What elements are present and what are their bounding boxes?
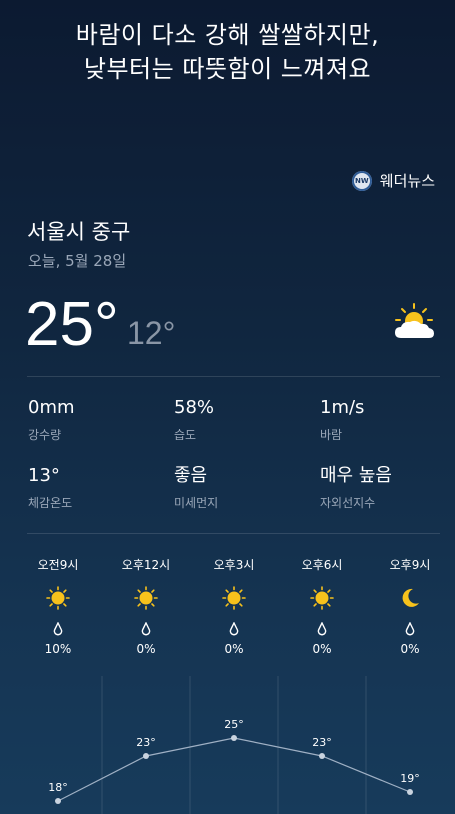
source-name: 웨더뉴스 [379,172,435,190]
sun-icon [134,586,158,610]
stat-label: 자외선지수 [320,496,376,510]
hourly-item: 오후6시 0% [282,556,362,658]
stat-precipitation: 0mm 강수량 [28,397,168,443]
stat-value: 매우 높음 [320,465,392,486]
hourly-time: 오전9시 [37,558,79,572]
hourly-rain-chance: 10% [44,642,72,656]
raindrop-icon [53,622,63,636]
stat-fine-dust: 좋음 미세먼지 [174,465,314,511]
hourly-rain-chance: 0% [136,642,156,656]
hourly-time: 오후6시 [301,558,343,572]
temperature-point [231,735,237,741]
hourly-item: 오전9시 10% [18,556,98,658]
headline: 바람이 다소 강해 쌀쌀하지만, 낮부터는 따뜻함이 느껴져요 [0,18,455,86]
hourly-time: 오후12시 [121,558,171,572]
hourly-rain-chance: 0% [224,642,244,656]
sun-icon [222,586,246,610]
stat-value: 1m/s [320,397,365,418]
raindrop-icon [229,622,239,636]
temperature-point [143,753,149,759]
stat-label: 강수량 [28,428,62,442]
location-name: 서울시 중구 [27,220,131,244]
stat-value: 58% [174,397,215,418]
divider [27,376,440,377]
hourly-item: 오후12시 0% [106,556,186,658]
sun-icon [46,586,70,610]
hourly-temperature-graph: 18° 23° 25° 23° 19° [48,676,420,814]
stat-wind: 1m/s 바람 [320,397,455,443]
temperature-point [407,789,413,795]
stat-feels-like: 13° 체감온도 [28,465,168,511]
hourly-item: 오후3시 0% [194,556,274,658]
temperature-line [57,737,411,802]
temperature-label: 25° [224,718,244,731]
sun-icon [310,586,334,610]
forecast-date: 오늘, 5월 28일 [28,252,127,270]
stat-label: 바람 [320,428,343,442]
raindrop-icon [405,622,415,636]
temperature-label: 23° [136,736,156,749]
temperature-point [55,798,61,804]
source-link[interactable]: NW 웨더뉴스 [351,170,435,191]
divider [27,533,440,534]
temperature-point [319,753,325,759]
hourly-item: 오후9시 0% [370,556,450,658]
low-temperature: 12° [127,315,176,351]
moon-icon [402,588,419,607]
weathernews-logo-icon: NW [351,170,372,191]
hourly-time: 오후3시 [213,558,255,572]
stat-label: 습도 [174,428,197,442]
stat-label: 미세먼지 [174,496,219,510]
stat-value: 0mm [28,397,75,418]
stat-value: 13° [28,465,60,486]
hourly-rain-chance: 0% [400,642,420,656]
stat-humidity: 58% 습도 [174,397,314,443]
stat-uv-index: 매우 높음 자외선지수 [320,465,455,511]
headline-line-2: 낮부터는 따뜻함이 느껴져요 [83,55,372,83]
hourly-time: 오후9시 [389,558,431,572]
partly-cloudy-icon [395,303,434,338]
temperature-label: 23° [312,736,332,749]
raindrop-icon [317,622,327,636]
hourly-rain-chance: 0% [312,642,332,656]
raindrop-icon [141,622,151,636]
stat-label: 체감온도 [28,496,73,510]
headline-line-1: 바람이 다소 강해 쌀쌀하지만, [75,21,380,49]
stat-value: 좋음 [174,465,208,486]
temperature-label: 19° [400,772,420,785]
temperature-label: 18° [48,781,68,794]
current-temperature: 25° [25,290,119,359]
